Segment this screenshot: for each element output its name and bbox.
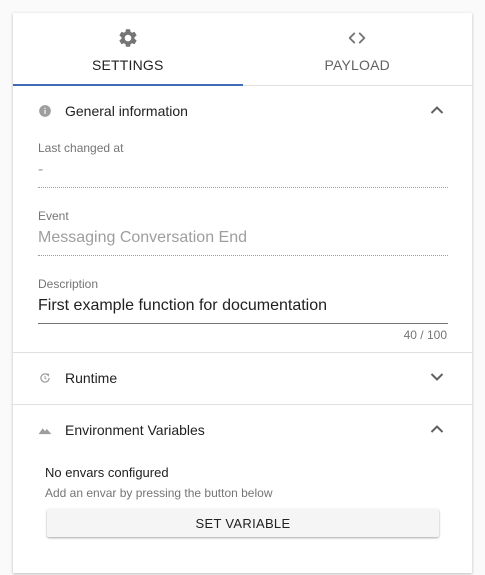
tab-settings-label: SETTINGS <box>91 57 164 73</box>
landscape-icon <box>38 428 52 435</box>
gear-icon <box>119 29 137 47</box>
general-information-body: Last changed at - Event Messaging Conver… <box>13 136 472 352</box>
tab-bar: SETTINGS PAYLOAD <box>13 13 472 86</box>
empty-state-title: No envars configured <box>45 465 169 480</box>
environment-variables-header[interactable]: Environment Variables <box>13 405 472 455</box>
tab-settings[interactable]: SETTINGS <box>13 13 243 85</box>
last-changed-label: Last changed at <box>38 141 124 155</box>
description-underline <box>38 323 448 324</box>
function-settings-panel: SETTINGS PAYLOAD General information Las… <box>13 13 472 573</box>
description-label: Description <box>38 277 99 291</box>
environment-variables-body: No envars configured Add an envar by pre… <box>13 455 472 575</box>
runtime-title: Runtime <box>65 370 118 386</box>
tab-payload-label: PAYLOAD <box>324 57 390 73</box>
chevron-up-icon[interactable] <box>430 424 444 434</box>
last-changed-field: Last changed at - <box>38 141 448 188</box>
chevron-down-icon[interactable] <box>430 372 444 382</box>
description-input[interactable]: First example function for documentation <box>38 297 448 317</box>
event-label: Event <box>38 209 69 223</box>
chevron-up-icon[interactable] <box>430 105 444 115</box>
general-information-header[interactable]: General information <box>13 86 472 136</box>
last-changed-value: - <box>38 161 44 178</box>
event-field: Event Messaging Conversation End <box>38 209 448 256</box>
empty-state-hint: Add an envar by pressing the button belo… <box>45 486 273 500</box>
event-underline <box>38 255 448 256</box>
runtime-header[interactable]: Runtime <box>13 353 472 404</box>
code-icon <box>349 32 366 44</box>
info-icon <box>39 105 51 117</box>
description-field[interactable]: Description First example function for d… <box>38 277 448 324</box>
history-icon <box>40 373 50 383</box>
description-char-counter: 40 / 100 <box>403 328 447 342</box>
event-value: Messaging Conversation End <box>38 229 248 246</box>
last-changed-underline <box>38 187 448 188</box>
general-information-title: General information <box>65 103 188 119</box>
tab-payload[interactable]: PAYLOAD <box>243 13 473 85</box>
environment-variables-title: Environment Variables <box>65 422 205 438</box>
set-variable-button[interactable]: SET VARIABLE <box>47 509 439 537</box>
